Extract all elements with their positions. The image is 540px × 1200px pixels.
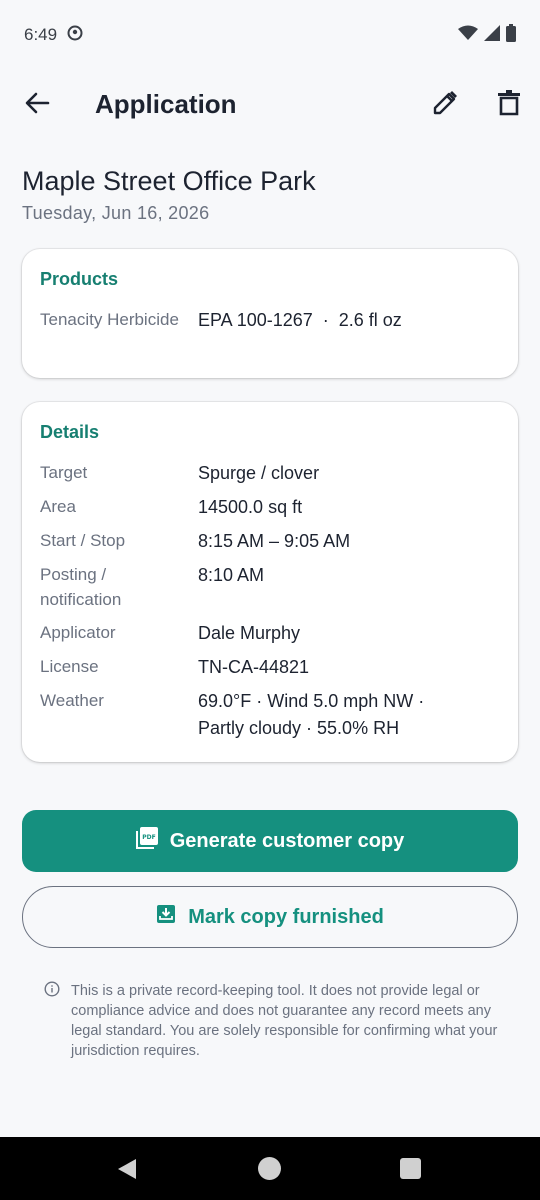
details-title: Details [40, 422, 100, 442]
generate-customer-copy-button[interactable]: PDF Generate customer copy [22, 810, 518, 872]
mark-copy-furnished-label: Mark copy furnished [188, 905, 384, 928]
detail-label: Area [40, 497, 76, 516]
app-bar: Application [0, 70, 540, 140]
status-bar: 6:49 [0, 0, 540, 70]
generate-customer-copy-label: Generate customer copy [169, 829, 405, 852]
nav-back-icon[interactable] [116, 1157, 138, 1186]
svg-text:PDF: PDF [142, 834, 155, 841]
system-nav-bar [0, 1137, 540, 1200]
detail-value: Spurge / clover [198, 463, 320, 483]
trash-icon [498, 89, 520, 121]
back-button[interactable] [20, 88, 54, 122]
signal-icon [484, 25, 500, 46]
detail-value: 8:15 AM – 9:05 AM [198, 531, 351, 551]
mark-copy-furnished-button[interactable]: Mark copy furnished [22, 886, 518, 948]
status-time: 6:49 [24, 25, 58, 44]
detail-label: Target [40, 463, 88, 482]
mark-furnished-icon [156, 904, 176, 930]
products-card: Products Tenacity Herbicide EPA 100-1267… [22, 249, 518, 378]
nav-home-icon[interactable] [258, 1157, 281, 1180]
face-icon [67, 25, 83, 46]
detail-label: License [40, 657, 99, 676]
detail-value: Dale Murphy [198, 623, 301, 643]
site-name: Maple Street Office Park [22, 166, 316, 196]
detail-label: Applicator [40, 623, 116, 642]
detail-label: Start / Stop [40, 531, 126, 550]
detail-label: Weather [40, 691, 104, 710]
disclaimer-text: This is a private record-keeping tool. I… [71, 983, 498, 1059]
detail-value: TN-CA-44821 [198, 657, 310, 677]
wifi-icon [458, 25, 478, 46]
detail-label: Posting / notification [40, 565, 122, 609]
detail-value: 69.0°F · Wind 5.0 mph NW · Partly cloudy… [198, 691, 425, 738]
battery-icon [506, 24, 516, 47]
application-date: Tuesday, Jun 16, 2026 [22, 203, 210, 223]
pdf-icon: PDF [135, 827, 158, 855]
details-card: Details Target Spurge / clover Area 1450… [22, 402, 518, 762]
status-icons [458, 24, 516, 47]
delete-button[interactable] [492, 88, 526, 122]
products-title: Products [40, 269, 119, 289]
product-name: Tenacity Herbicide [40, 310, 179, 329]
back-arrow-icon [24, 91, 50, 120]
page-title: Application [95, 89, 237, 119]
edit-pencil-icon [432, 90, 458, 121]
detail-value: 8:10 AM [198, 565, 265, 585]
edit-button[interactable] [428, 88, 462, 122]
info-icon [44, 981, 60, 1002]
nav-recents-icon[interactable] [400, 1158, 421, 1179]
product-epa-amount: EPA 100-1267 · 2.6 fl oz [198, 310, 402, 330]
detail-value: 14500.0 sq ft [198, 497, 303, 517]
